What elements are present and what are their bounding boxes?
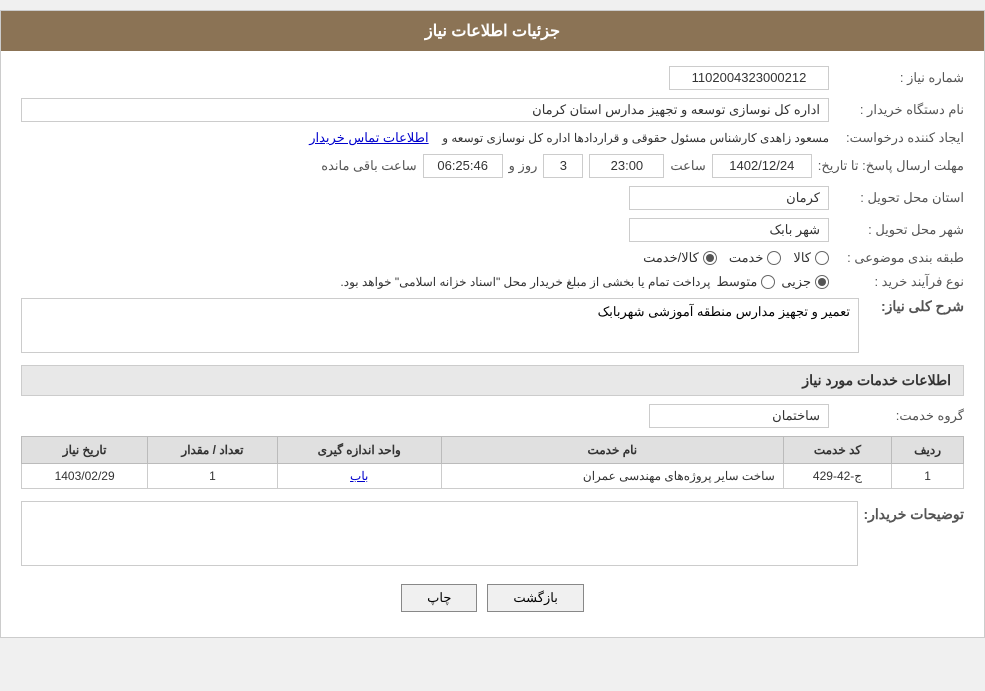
cell-tedad: 1 [148,464,277,489]
cell-kod: ج-42-429 [783,464,891,489]
towzihat-textarea[interactable] [21,501,858,566]
mohlat-time: 23:00 [589,154,664,178]
tabaqe-radio-group: کالا خدمت کالا/خدمت [21,250,829,266]
sharh-textarea[interactable] [21,298,859,353]
sharh-row: شرح کلی نیاز: // Will be populated after… [21,298,964,353]
cell-radif: 1 [892,464,964,489]
group-label: گروه خدمت: [834,408,964,424]
ijad-konande-label: ایجاد کننده درخواست: [834,130,964,146]
col-kod: کد خدمت [783,437,891,464]
mohlat-roz-label: روز و [509,158,538,174]
towzihat-container [21,501,858,569]
nam-dastgah-row: نام دستگاه خریدار : اداره کل نوسازی توسع… [21,98,964,122]
page-wrapper: جزئیات اطلاعات نیاز شماره نیاز : 1102004… [0,10,985,638]
col-tedad: تعداد / مقدار [148,437,277,464]
radio-kala-label: کالا [793,250,811,266]
group-value: ساختمان [649,404,829,428]
radio-jazii-label: جزیی [781,274,811,290]
radio-kala-khedmat-item: کالا/خدمت [643,250,717,266]
group-row: گروه خدمت: ساختمان [21,404,964,428]
mohlat-date: 1402/12/24 [712,154,812,178]
process-note: پرداخت تمام یا بخشی از مبلغ خریدار محل "… [21,275,710,289]
mohlat-remaining: 06:25:46 [423,154,503,178]
cell-tarikh: 1403/02/29 [22,464,148,489]
ettelaat-tamas-link[interactable]: اطلاعات تماس خریدار [309,130,428,146]
ijad-konande-text: مسعود زاهدی کارشناس مسئول حقوقی و قراردا… [442,131,829,145]
nam-dastgah-value: اداره کل نوسازی توسعه و تجهیز مدارس استا… [21,98,829,122]
shomare-niaz-label: شماره نیاز : [834,70,964,86]
mohlat-label: مهلت ارسال پاسخ: تا تاریخ: [818,158,964,174]
content-area: شماره نیاز : 1102004323000212 نام دستگاه… [1,51,984,637]
table-row: 1 ج-42-429 ساخت سایر پروژه‌های مهندسی عم… [22,464,964,489]
page-header: جزئیات اطلاعات نیاز [1,11,984,51]
towzihat-label: توضیحات خریدار: [863,501,964,523]
nam-dastgah-label: نام دستگاه خریدار : [834,102,964,118]
radio-khedmat-item: خدمت [729,250,782,266]
ostan-row: استان محل تحویل : کرمان [21,186,964,210]
cell-vahed: باب [277,464,441,489]
radio-khedmat-label: خدمت [729,250,764,266]
radio-kala-circle[interactable] [815,251,829,265]
mohlat-remaining-label: ساعت باقی مانده [321,158,416,174]
mohlat-time-label: ساعت [670,158,705,174]
sharh-label: شرح کلی نیاز: [864,298,964,315]
radio-khedmat-circle[interactable] [767,251,781,265]
towzihat-row: توضیحات خریدار: [21,501,964,569]
noe-farayand-label: نوع فرآیند خرید : [834,274,964,290]
col-vahed: واحد اندازه گیری [277,437,441,464]
radio-jazii-circle[interactable] [815,275,829,289]
radio-motavasset-label: متوسط [716,274,757,290]
col-tarikh: تاریخ نیاز [22,437,148,464]
buttons-row: بازگشت چاپ [21,584,964,612]
print-button[interactable]: چاپ [401,584,477,612]
radio-kala-khedmat-circle[interactable] [703,251,717,265]
page-title: جزئیات اطلاعات نیاز [425,23,560,40]
tabaqe-row: طبقه بندی موضوعی : کالا خدمت کالا/خدمت [21,250,964,266]
tabaqe-label: طبقه بندی موضوعی : [834,250,964,266]
sharh-container: // Will be populated after main script r… [21,298,859,353]
services-table: ردیف کد خدمت نام خدمت واحد اندازه گیری ت… [21,436,964,489]
radio-motavasset-item: متوسط [716,274,775,290]
ostan-value: کرمان [629,186,829,210]
col-radif: ردیف [892,437,964,464]
shahr-value: شهر بابک [629,218,829,242]
radio-kala-item: کالا [793,250,829,266]
radio-motavasset-circle[interactable] [761,275,775,289]
col-service-name: نام خدمت [441,437,783,464]
noe-farayand-row: نوع فرآیند خرید : جزیی متوسط پرداخت تمام… [21,274,964,290]
radio-kala-khedmat-label: کالا/خدمت [643,250,699,266]
shahr-row: شهر محل تحویل : شهر بابک [21,218,964,242]
process-row: جزیی متوسط پرداخت تمام یا بخشی از مبلغ خ… [21,274,829,290]
mohlat-row: مهلت ارسال پاسخ: تا تاریخ: 1402/12/24 سا… [21,154,964,178]
back-button[interactable]: بازگشت [487,584,583,612]
shomare-niaz-value: 1102004323000212 [669,66,829,90]
mohlat-roz: 3 [543,154,583,178]
ijad-konande-row: ایجاد کننده درخواست: مسعود زاهدی کارشناس… [21,130,964,146]
cell-service-name: ساخت سایر پروژه‌های مهندسی عمران [441,464,783,489]
shahr-label: شهر محل تحویل : [834,222,964,238]
watermark-area [21,298,859,353]
radio-jazii-item: جزیی [781,274,829,290]
ostan-label: استان محل تحویل : [834,190,964,206]
khadamat-section-header: اطلاعات خدمات مورد نیاز [21,365,964,396]
shomare-niaz-row: شماره نیاز : 1102004323000212 [21,66,964,90]
